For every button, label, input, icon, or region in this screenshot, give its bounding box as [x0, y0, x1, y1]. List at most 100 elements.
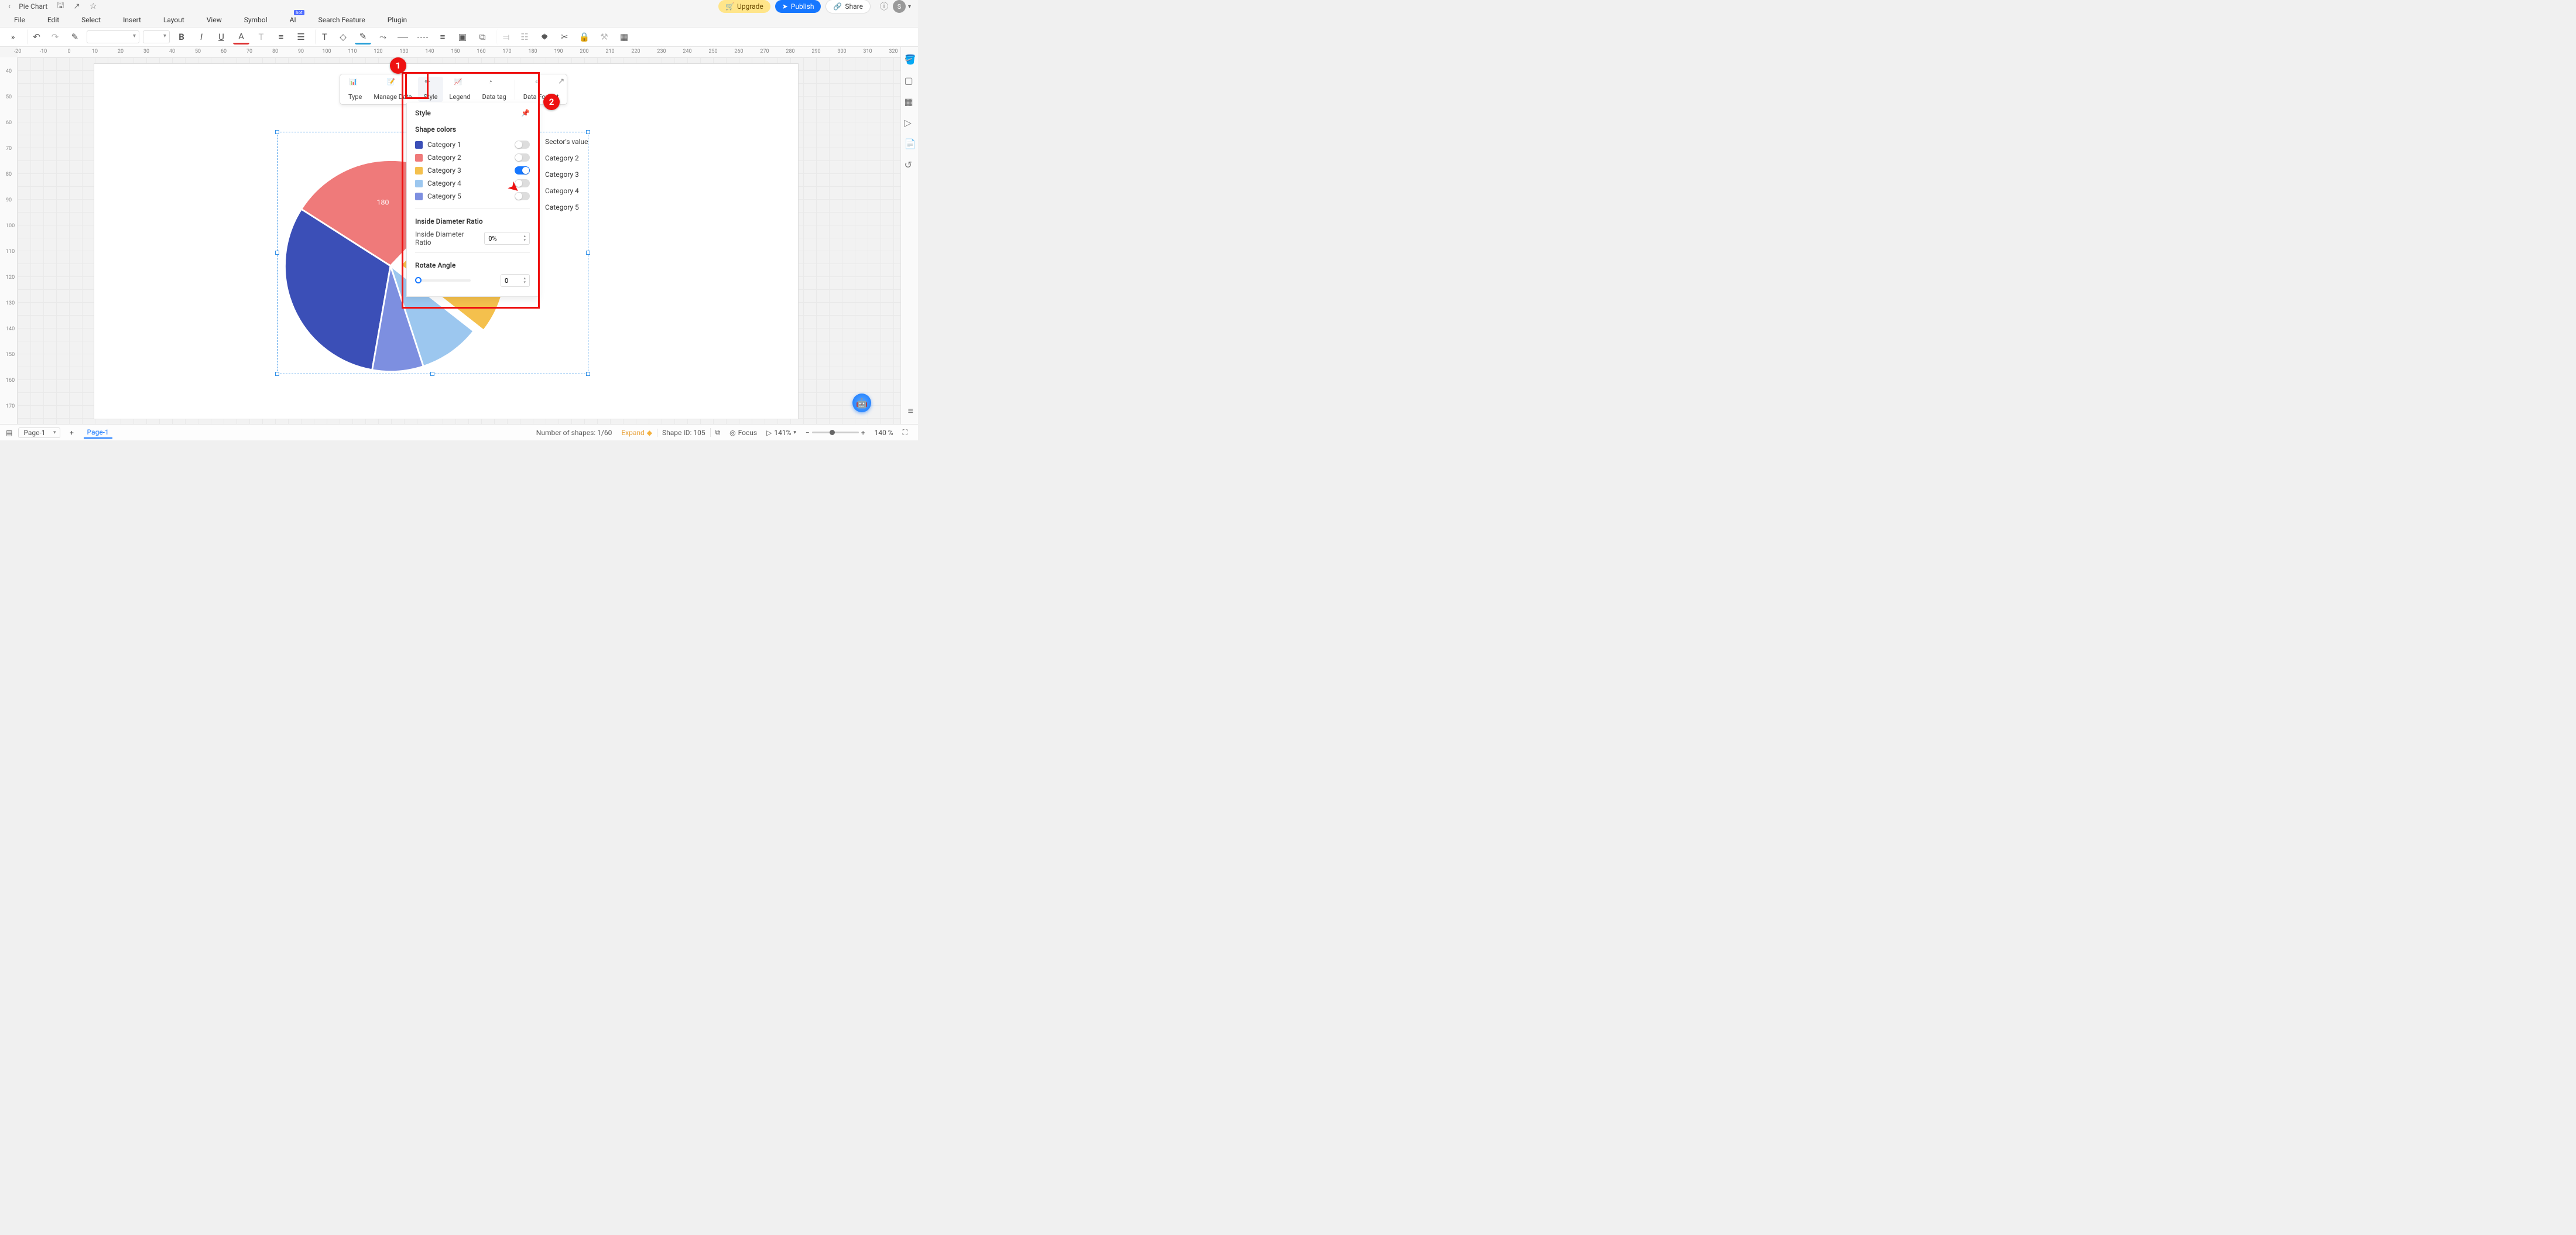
save-icon[interactable]: 🖫	[52, 0, 68, 13]
zoom-in-icon[interactable]: +	[861, 429, 865, 437]
explode-toggle[interactable]	[515, 192, 530, 200]
container-icon[interactable]: ▦	[616, 29, 632, 45]
layers-icon[interactable]: ⧉	[715, 428, 721, 437]
canvas[interactable]: 180150 Sector's value Category 2 Categor…	[18, 57, 900, 424]
color-swatch[interactable]	[415, 180, 423, 187]
explode-toggle[interactable]	[515, 153, 530, 162]
shadow-icon[interactable]: ▣	[454, 29, 471, 45]
present-icon[interactable]: ▷	[905, 117, 915, 128]
cart-icon: 🛒	[725, 2, 734, 11]
chart-context-toolbar[interactable]: 📊 Type 📝 Manage Data ✏ Style 📈 Legend ◔	[340, 74, 567, 105]
menu-view[interactable]: View	[207, 16, 222, 24]
avatar-menu-chevron[interactable]: ▾	[906, 4, 913, 10]
category-label: Category 2	[427, 153, 461, 162]
ctx-legend[interactable]: 📈 Legend	[443, 77, 476, 102]
back-icon[interactable]: ‹	[5, 2, 14, 11]
format-painter-icon[interactable]: ✎	[67, 29, 83, 45]
avatar[interactable]: S	[893, 0, 906, 13]
notes-icon[interactable]: 📄	[905, 138, 915, 149]
ctx-data-tag[interactable]: ◔ Data tag	[476, 77, 512, 102]
effects-icon[interactable]: ✹	[536, 29, 553, 45]
star-icon[interactable]: ☆	[85, 2, 102, 11]
code-icon: ‹›	[535, 78, 547, 90]
section-rotate-angle: Rotate Angle	[415, 261, 530, 269]
explode-toggle[interactable]	[515, 166, 530, 175]
connector-icon[interactable]: ⤳	[375, 29, 391, 45]
zoom-percent[interactable]: 141%	[774, 429, 791, 437]
menu-insert[interactable]: Insert	[123, 16, 141, 24]
ctx-style[interactable]: ✏ Style	[418, 77, 444, 102]
expand-link[interactable]: Expand ◆	[616, 429, 657, 437]
page-select[interactable]: Page-1▾	[18, 427, 60, 438]
menu-search-feature[interactable]: Search Feature	[318, 16, 365, 24]
history-icon[interactable]: ↺	[905, 159, 915, 170]
align-objects-icon[interactable]: ⫤	[496, 29, 513, 45]
zoom-out-icon[interactable]: −	[806, 429, 810, 437]
text-highlight-icon[interactable]: T	[253, 29, 269, 45]
crop-icon[interactable]: ✂	[556, 29, 573, 45]
ctx-type[interactable]: 📊 Type	[342, 77, 368, 102]
line-color-icon[interactable]: ✎	[355, 29, 371, 45]
layer-icon[interactable]: ⧉	[474, 29, 491, 45]
help-icon[interactable]: ⓘ	[875, 1, 893, 12]
more-menu-icon[interactable]: ≡	[908, 405, 913, 417]
assistant-button[interactable]: 🤖	[852, 394, 871, 412]
undo-icon[interactable]: ↶	[27, 29, 43, 45]
legend-icon: 📈	[454, 78, 465, 90]
color-swatch[interactable]	[415, 141, 423, 149]
color-swatch[interactable]	[415, 193, 423, 200]
text-tool-icon[interactable]: T	[315, 29, 331, 45]
annotation-callout-1: 1	[390, 57, 406, 74]
align-horizontal-icon[interactable]: ≡	[273, 29, 289, 45]
share-button[interactable]: 🔗 Share	[825, 0, 871, 13]
shapes-panel-icon[interactable]: ▢	[905, 75, 915, 85]
fullscreen-icon[interactable]: ⛶	[898, 428, 912, 437]
paint-bucket-icon[interactable]: 🪣	[905, 54, 915, 64]
inside-diameter-input[interactable]: 0% ▴▾	[484, 232, 530, 245]
bold-icon[interactable]: B	[173, 29, 190, 45]
menu-ai[interactable]: AIhot	[290, 16, 296, 24]
pin-icon[interactable]: 📌	[521, 109, 530, 117]
page-tab[interactable]: Page-1	[84, 427, 112, 439]
redo-icon[interactable]: ↷	[47, 29, 63, 45]
components-icon[interactable]: ▦	[905, 96, 915, 107]
font-size-select[interactable]: ▾	[143, 30, 170, 43]
upgrade-button[interactable]: 🛒 Upgrade	[718, 0, 770, 13]
line-style-dashed[interactable]	[415, 29, 431, 45]
font-family-select[interactable]: ▾	[87, 30, 139, 43]
fill-icon[interactable]: ◇	[335, 29, 351, 45]
color-swatch[interactable]	[415, 167, 423, 175]
pages-icon[interactable]: ▤	[6, 429, 12, 437]
play-icon[interactable]: ▷	[766, 429, 772, 437]
rotate-angle-input[interactable]: 0 ▴▾	[501, 274, 530, 287]
rotate-angle-slider[interactable]	[415, 279, 471, 282]
data-sheet-icon: 📝	[387, 78, 399, 90]
tools-icon[interactable]: ⚒	[596, 29, 612, 45]
underline-icon[interactable]: U	[213, 29, 229, 45]
chevron-down-icon[interactable]: ▾	[793, 430, 796, 436]
export-icon[interactable]: ↗	[68, 2, 85, 11]
pin-icon[interactable]: ↗	[558, 77, 565, 86]
align-vertical-icon[interactable]: ☰	[293, 29, 309, 45]
color-swatch[interactable]	[415, 154, 423, 162]
lock-icon[interactable]: 🔒	[576, 29, 592, 45]
menu-select[interactable]: Select	[81, 16, 101, 24]
menu-plugin[interactable]: Plugin	[388, 16, 407, 24]
ruler-horizontal: -20-100102030405060708090100110120130140…	[18, 47, 900, 57]
menu-layout[interactable]: Layout	[163, 16, 184, 24]
italic-icon[interactable]: I	[193, 29, 210, 45]
menu-file[interactable]: File	[14, 16, 25, 24]
menu-symbol[interactable]: Symbol	[244, 16, 268, 24]
line-weight-icon[interactable]: ≡	[434, 29, 451, 45]
focus-target-icon[interactable]: ◎	[729, 429, 735, 437]
explode-toggle[interactable]	[515, 141, 530, 149]
ctx-manage-data[interactable]: 📝 Manage Data	[368, 77, 417, 102]
expand-panels-icon[interactable]: »	[5, 29, 21, 45]
publish-button[interactable]: ➤ Publish	[775, 0, 821, 13]
add-page-button[interactable]: +	[66, 427, 78, 439]
line-style-solid[interactable]	[395, 29, 411, 45]
zoom-slider[interactable]	[812, 432, 859, 433]
font-color-icon[interactable]: A	[233, 29, 249, 45]
distribute-icon[interactable]: ☷	[516, 29, 533, 45]
menu-edit[interactable]: Edit	[47, 16, 59, 24]
